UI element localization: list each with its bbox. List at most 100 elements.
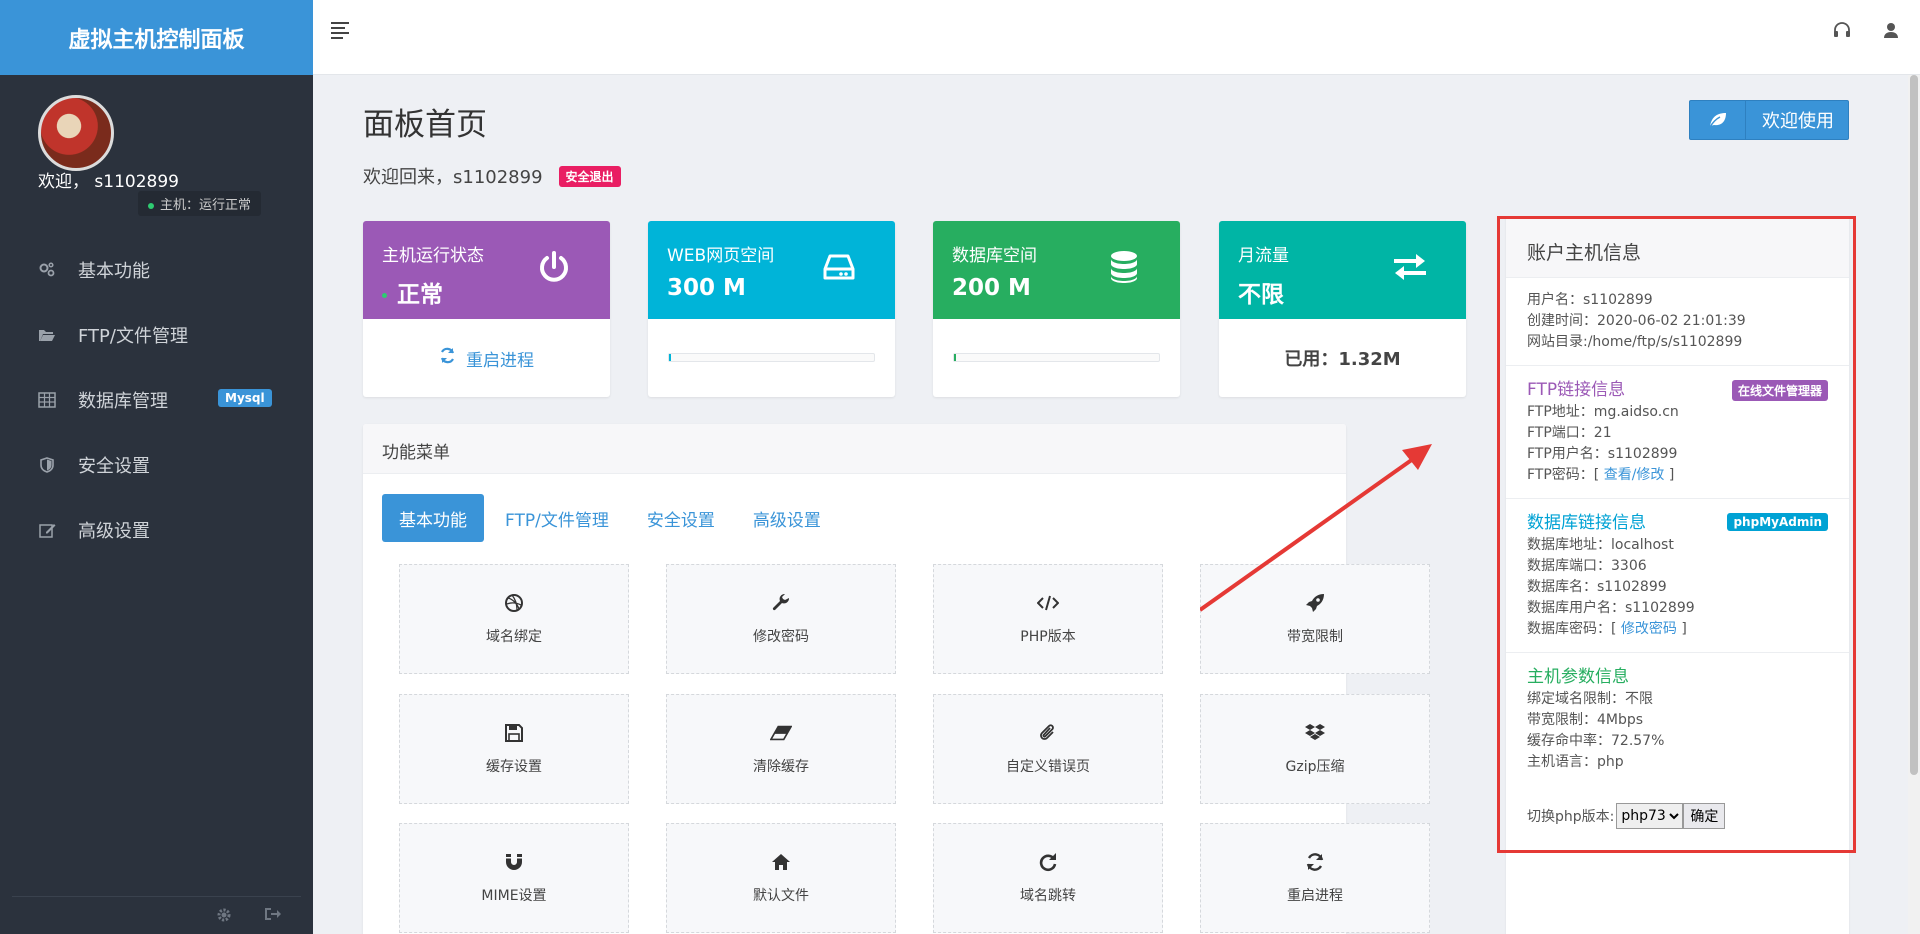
tile-php-version[interactable]: PHP版本: [933, 564, 1163, 674]
tab-basic[interactable]: 基本功能: [382, 494, 484, 542]
headphones-icon[interactable]: [1833, 22, 1851, 43]
tab-advanced[interactable]: 高级设置: [736, 494, 838, 542]
gear-icon[interactable]: [216, 907, 232, 927]
php-confirm-button[interactable]: 确定: [1683, 803, 1726, 829]
sidebar-welcome: 欢迎， s1102899: [38, 172, 179, 192]
db-info-section: 数据库链接信息 phpMyAdmin 数据库地址：localhost 数据库端口…: [1506, 499, 1849, 653]
stat-value: 不限: [1238, 282, 1284, 308]
sidebar-item-label: FTP/文件管理: [78, 325, 188, 347]
stat-value: 300 M: [667, 275, 746, 301]
avatar[interactable]: [38, 95, 114, 171]
info-username: 用户名：s1102899: [1527, 292, 1653, 308]
stat-card-header: 数据库空间 200 M: [933, 221, 1180, 319]
stat-card-header: 月流量 不限: [1219, 221, 1466, 319]
tile-mime-settings[interactable]: MIME设置: [399, 823, 629, 933]
stat-card-host-status: 主机运行状态 正常 重启进程: [363, 221, 610, 397]
stat-value: 正常: [382, 275, 443, 309]
tile-custom-error-page[interactable]: 自定义错误页: [933, 694, 1163, 804]
stat-card-body: [933, 319, 1180, 397]
function-tabs: 基本功能 FTP/文件管理 安全设置 高级设置: [382, 494, 842, 542]
user-icon[interactable]: [1883, 22, 1899, 43]
refresh-icon: [1304, 851, 1326, 873]
db-address: 数据库地址：localhost: [1527, 537, 1674, 553]
status-dot-icon: [382, 293, 387, 298]
host-params-section: 主机参数信息 绑定域名限制：不限 带宽限制：4Mbps 缓存命中率：72.57%…: [1506, 653, 1849, 785]
redo-icon: [1037, 851, 1059, 873]
tile-domain-binding[interactable]: 域名绑定: [399, 564, 629, 674]
tile-label: 清除缓存: [753, 759, 809, 775]
tile-domain-redirect[interactable]: 域名跳转: [933, 823, 1163, 933]
cache-hit-rate: 缓存命中率：72.57%: [1527, 733, 1665, 749]
sign-out-icon[interactable]: [264, 907, 281, 925]
stat-label: WEB网页空间: [667, 246, 775, 266]
shield-icon: [38, 456, 56, 474]
sidebar-item-security[interactable]: 安全设置: [0, 432, 313, 497]
ftp-password-view-link[interactable]: 查看/修改: [1604, 467, 1665, 483]
php-version-select[interactable]: php73: [1616, 803, 1684, 829]
info-created-time: 创建时间：2020-06-02 21:01:39: [1527, 313, 1746, 329]
restart-label: 重启进程: [466, 350, 534, 371]
ftp-password-label: FTP密码：[: [1527, 467, 1604, 483]
ftp-password: FTP密码：[ 查看/修改 ]: [1527, 465, 1828, 486]
table-icon: [38, 391, 56, 409]
stat-card-body: 已用：1.32M: [1219, 319, 1466, 397]
sidebar-item-advanced[interactable]: 高级设置: [0, 497, 313, 562]
db-name: 数据库名：s1102899: [1527, 579, 1667, 595]
sidebar-item-label: 基本功能: [78, 260, 150, 282]
sidebar-item-ftp[interactable]: FTP/文件管理: [0, 302, 313, 367]
sidebar-footer: [12, 896, 301, 934]
tile-clear-cache[interactable]: 清除缓存: [666, 694, 896, 804]
tile-default-file[interactable]: 默认文件: [666, 823, 896, 933]
stat-label: 数据库空间: [952, 246, 1037, 266]
progress-fill: [954, 354, 957, 361]
sidebar-item-basic[interactable]: 基本功能: [0, 237, 313, 302]
php-version-switch: 切换php版本: php73 确定: [1506, 785, 1849, 847]
tile-restart-process[interactable]: 重启进程: [1200, 823, 1430, 933]
status-dot-icon: [148, 202, 154, 209]
menu-toggle-icon[interactable]: [331, 22, 349, 40]
tile-label: 域名绑定: [486, 629, 542, 645]
sidebar-item-database[interactable]: 数据库管理 Mysql: [0, 367, 313, 432]
scroll-thumb[interactable]: [1910, 75, 1918, 775]
bracket-close: ]: [1664, 467, 1675, 483]
tile-change-password[interactable]: 修改密码: [666, 564, 896, 674]
welcome-button[interactable]: 欢迎使用: [1689, 100, 1849, 140]
stat-card-body: [648, 319, 895, 397]
page-title: 面板首页: [363, 107, 487, 143]
home-icon: [770, 851, 792, 873]
rocket-icon: [1304, 592, 1326, 614]
phpmyadmin-button[interactable]: phpMyAdmin: [1727, 513, 1828, 531]
db-port: 数据库端口：3306: [1527, 558, 1647, 574]
tab-security[interactable]: 安全设置: [630, 494, 732, 542]
stat-card-db-space: 数据库空间 200 M: [933, 221, 1180, 397]
tab-ftp[interactable]: FTP/文件管理: [488, 494, 626, 542]
tile-label: Gzip压缩: [1285, 759, 1345, 775]
stat-label: 主机运行状态: [382, 246, 484, 266]
ftp-port: FTP端口：21: [1527, 425, 1612, 441]
stat-card-header: 主机运行状态 正常: [363, 221, 610, 319]
tile-gzip[interactable]: Gzip压缩: [1200, 694, 1430, 804]
brand-title[interactable]: 虚拟主机控制面板: [0, 0, 313, 75]
function-menu-title: 功能菜单: [363, 424, 1346, 474]
tile-cache-settings[interactable]: 缓存设置: [399, 694, 629, 804]
tile-label: 默认文件: [753, 888, 809, 904]
online-file-manager-button[interactable]: 在线文件管理器: [1731, 380, 1828, 401]
leaf-icon: [1690, 101, 1746, 139]
host-language: 主机语言：php: [1527, 754, 1624, 770]
code-icon: [1037, 592, 1059, 614]
account-info-panel: 账户主机信息 用户名：s1102899 创建时间：2020-06-02 21:0…: [1506, 217, 1849, 934]
tile-label: 重启进程: [1287, 888, 1343, 904]
power-icon: [536, 249, 572, 285]
page-scrollbar[interactable]: [1908, 75, 1920, 934]
stat-value: 200 M: [952, 275, 1031, 301]
exchange-icon: [1392, 249, 1428, 285]
logout-button[interactable]: 安全退出: [558, 166, 621, 187]
db-password-change-link[interactable]: 修改密码: [1621, 621, 1677, 637]
host-status-badge: 主机：运行正常: [138, 191, 262, 216]
restart-process-link[interactable]: 重启进程: [439, 346, 534, 371]
bandwidth-limit: 带宽限制：4Mbps: [1527, 712, 1644, 728]
info-site-dir: 网站目录:/home/ftp/s/s1102899: [1527, 334, 1743, 350]
domain-binding-limit: 绑定域名限制：不限: [1527, 691, 1653, 707]
main-content: 面板首页 欢迎回来，s1102899 安全退出 欢迎使用 主机运行状态 正常 重启…: [313, 75, 1920, 934]
tile-bandwidth-limit[interactable]: 带宽限制: [1200, 564, 1430, 674]
